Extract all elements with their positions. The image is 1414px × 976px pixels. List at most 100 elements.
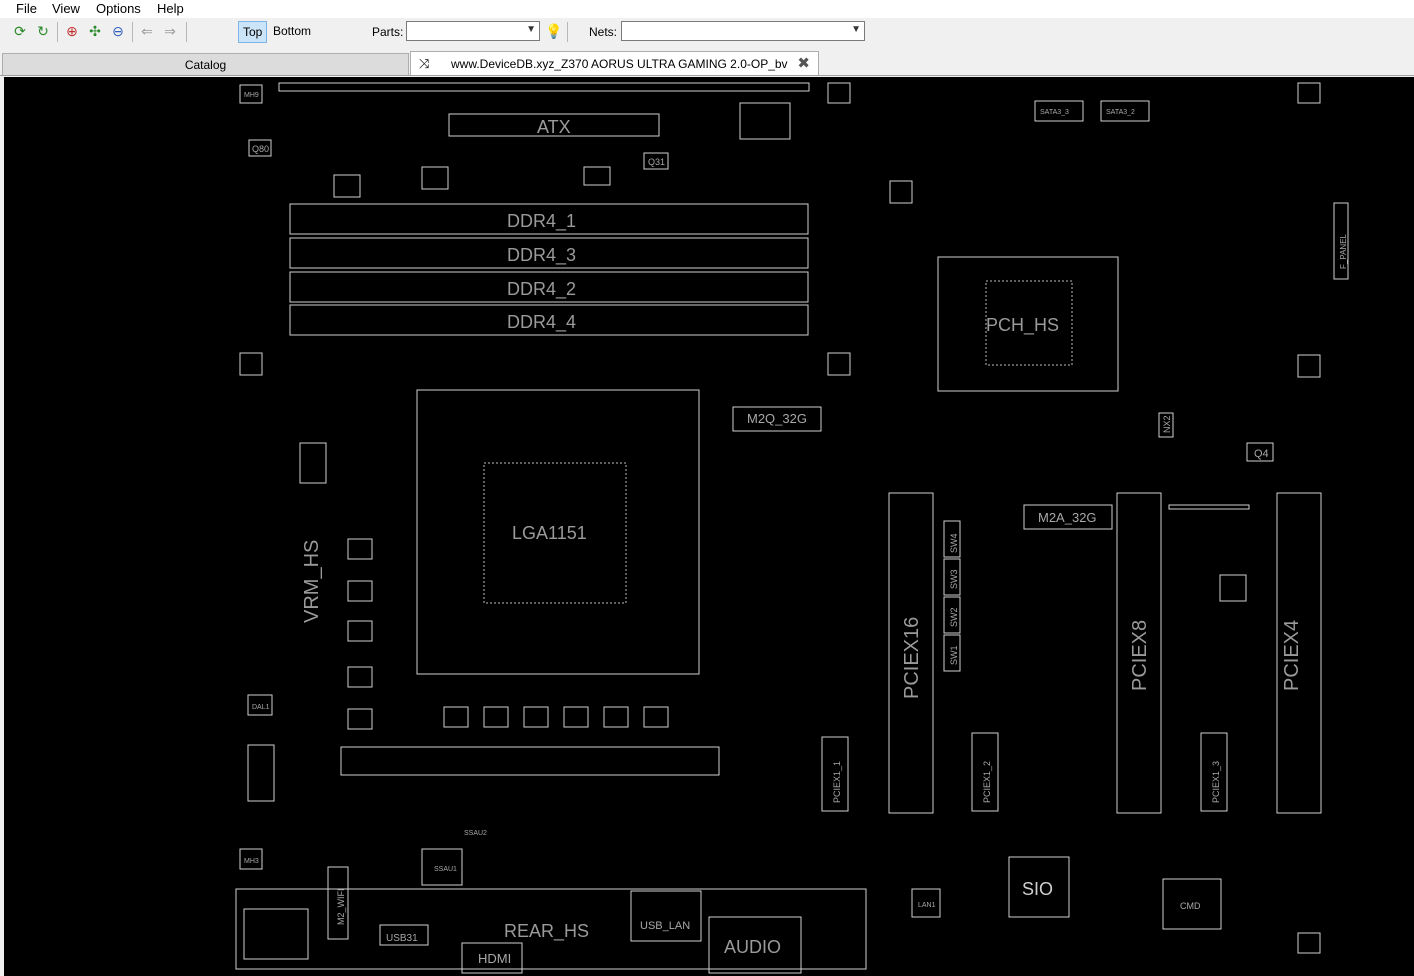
rear-hs-label: REAR_HS bbox=[504, 921, 589, 942]
mounting-hole bbox=[1297, 354, 1321, 378]
mh-bottom-left-label: MH3 bbox=[244, 858, 259, 865]
mh-top-left-label: MH9 bbox=[244, 92, 259, 99]
choke bbox=[603, 706, 629, 728]
parts-combo[interactable]: ▼ bbox=[406, 21, 540, 41]
atx-label: ATX bbox=[537, 117, 571, 137]
chevron-down-icon[interactable]: ▼ bbox=[851, 24, 861, 35]
small-chip bbox=[1219, 574, 1247, 602]
toolbar-separator bbox=[57, 22, 58, 42]
f-usb30-header bbox=[739, 102, 791, 140]
q80-label: Q80 bbox=[252, 144, 269, 154]
fit-icon[interactable]: ✣ bbox=[87, 23, 103, 39]
top-layer-button[interactable]: Top bbox=[238, 21, 268, 43]
m2q-label: M2Q_32G bbox=[747, 411, 807, 426]
ddr4-4-label: DDR4_4 bbox=[507, 312, 576, 333]
pciex4-label: PCIEX4 bbox=[1281, 620, 1303, 691]
m2-wifi-label: M2_WIFI bbox=[336, 888, 346, 925]
pch-label: PCH_HS bbox=[986, 315, 1059, 336]
hdmi-label: HDMI bbox=[478, 951, 511, 966]
mounting-hole bbox=[827, 82, 851, 104]
bottom-layer-button[interactable]: Bottom bbox=[269, 21, 315, 41]
nets-combo[interactable]: ▼ bbox=[621, 21, 865, 41]
choke bbox=[347, 620, 373, 642]
ssau2-label: SSAU2 bbox=[464, 830, 487, 837]
usb-lan-port[interactable] bbox=[630, 890, 702, 942]
sw2-label: SW2 bbox=[949, 607, 959, 627]
toolbar-separator bbox=[567, 22, 568, 42]
toolbar: ⟳ ↻ ⊕ ✣ ⊖ ⇐ ⇒ Top Bottom Parts: ▼ 💡 Nets… bbox=[0, 18, 1414, 46]
usb31-label: USB31 bbox=[386, 933, 418, 944]
tab-catalog[interactable]: Catalog bbox=[2, 53, 409, 75]
refresh-icon[interactable]: ⟳ bbox=[12, 23, 28, 39]
mounting-hole bbox=[1297, 82, 1321, 104]
mounting-hole bbox=[1297, 932, 1321, 954]
toolbar-separator bbox=[132, 22, 133, 42]
chevron-down-icon[interactable]: ▼ bbox=[526, 24, 536, 35]
choke bbox=[443, 706, 469, 728]
sata1-label: SATA3_3 bbox=[1040, 109, 1069, 116]
forward-icon[interactable]: ⇒ bbox=[162, 23, 178, 39]
shuffle-icon: ⤨ bbox=[419, 56, 430, 71]
tab-row: Catalog ⤨ www.DeviceDB.xyz_Z370 AORUS UL… bbox=[0, 46, 1414, 76]
close-icon[interactable]: ✖ bbox=[797, 52, 810, 76]
menu-bar: File View Options Help bbox=[0, 0, 1414, 18]
menu-help[interactable]: Help bbox=[157, 1, 184, 16]
ssau1-label: SSAU1 bbox=[434, 866, 457, 873]
q31-label: Q31 bbox=[648, 157, 665, 167]
nets-label: Nets: bbox=[589, 25, 618, 39]
small-chip bbox=[299, 442, 327, 484]
q4-label: Q4 bbox=[1254, 448, 1269, 460]
mounting-hole bbox=[827, 352, 851, 376]
choke bbox=[643, 706, 669, 728]
sata2-label: SATA3_2 bbox=[1106, 109, 1135, 116]
cmd-label: CMD bbox=[1180, 901, 1201, 911]
pciex16-label: PCIEX16 bbox=[901, 617, 923, 699]
zoom-in-icon[interactable]: ⊕ bbox=[64, 23, 80, 39]
choke bbox=[347, 708, 373, 730]
choke bbox=[483, 706, 509, 728]
small-chip bbox=[421, 166, 449, 190]
sio-label: SIO bbox=[1022, 879, 1053, 899]
zoom-out-icon[interactable]: ⊖ bbox=[110, 23, 126, 39]
pciex1-2-label: PCIEX1_2 bbox=[982, 761, 992, 803]
small-chip bbox=[247, 744, 275, 802]
dal1-label: DAL1 bbox=[252, 704, 270, 711]
usb-lan-label: USB_LAN bbox=[640, 920, 690, 932]
tab-document-label: www.DeviceDB.xyz_Z370 AORUS ULTRA GAMING… bbox=[451, 57, 788, 71]
choke bbox=[523, 706, 549, 728]
mounting-hole bbox=[239, 352, 263, 376]
lightbulb-icon[interactable]: 💡 bbox=[545, 23, 562, 39]
reload-icon[interactable]: ↻ bbox=[35, 23, 51, 39]
nx2-label: NX2 bbox=[1162, 415, 1172, 433]
back-icon[interactable]: ⇐ bbox=[139, 23, 155, 39]
choke bbox=[347, 666, 373, 688]
socket-label: LGA1151 bbox=[512, 523, 587, 543]
choke bbox=[347, 538, 373, 560]
choke bbox=[563, 706, 589, 728]
board-canvas[interactable]: ATX DDR4_1 DDR4_3 DDR4_2 DDR4_4 LGA1151 … bbox=[4, 77, 1414, 976]
board-svg[interactable]: ATX DDR4_1 DDR4_3 DDR4_2 DDR4_4 LGA1151 … bbox=[4, 77, 1414, 976]
menu-file[interactable]: File bbox=[16, 1, 37, 16]
ddr4-1-label: DDR4_1 bbox=[507, 211, 576, 232]
menu-options[interactable]: Options bbox=[96, 1, 141, 16]
small-chip bbox=[583, 166, 611, 186]
ddr4-3-label: DDR4_3 bbox=[507, 245, 576, 266]
sw4-label: SW4 bbox=[949, 533, 959, 553]
fpanel-label: F_PANEL bbox=[1339, 233, 1348, 269]
trace bbox=[1168, 504, 1250, 510]
rear-io-block bbox=[243, 908, 309, 960]
lan1-label: LAN1 bbox=[918, 902, 936, 909]
tab-catalog-label: Catalog bbox=[184, 58, 227, 72]
small-chip bbox=[333, 174, 361, 198]
pciex1-1-label: PCIEX1_1 bbox=[832, 761, 842, 803]
pciex1-3-label: PCIEX1_3 bbox=[1211, 761, 1221, 803]
pciex8-label: PCIEX8 bbox=[1129, 620, 1151, 691]
menu-view[interactable]: View bbox=[52, 1, 80, 16]
small-chip bbox=[889, 180, 913, 204]
sw1-label: SW1 bbox=[949, 645, 959, 665]
tab-document[interactable]: ⤨ www.DeviceDB.xyz_Z370 AORUS ULTRA GAMI… bbox=[410, 51, 819, 75]
board-top-edge bbox=[278, 82, 810, 92]
vrm-heatsink[interactable] bbox=[340, 746, 720, 776]
m2a-label: M2A_32G bbox=[1038, 510, 1097, 525]
ddr4-2-label: DDR4_2 bbox=[507, 279, 576, 300]
